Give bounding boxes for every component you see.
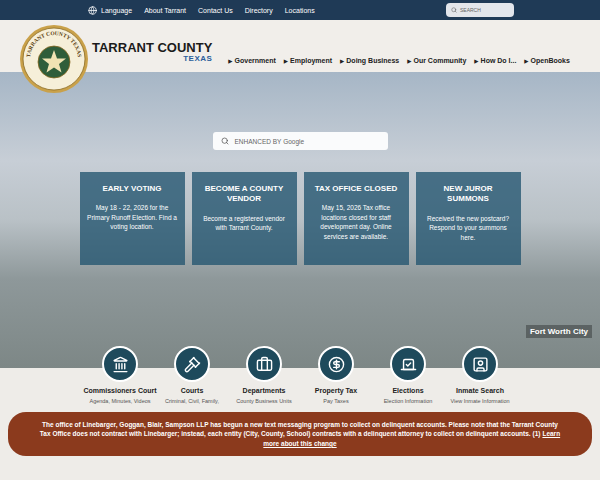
- alert-link[interactable]: Learn more about this change: [263, 430, 560, 446]
- quick-link[interactable]: Inmate Search View Inmate Information: [444, 346, 516, 404]
- quick-link[interactable]: Property Tax Pay Taxes: [300, 346, 372, 404]
- quick-link-title: Property Tax: [315, 387, 357, 394]
- photo-caption: Fort Worth City: [526, 325, 592, 338]
- search-placeholder: ENHANCED BY Google: [235, 138, 305, 145]
- quick-link-icon: [328, 356, 345, 373]
- search-icon: [221, 137, 229, 145]
- header: TARRANT COUNTY TEXASTARRANT COUNTYTEXAS ▶…: [0, 20, 600, 72]
- card-title: BECOME A COUNTY VENDOR: [199, 184, 290, 205]
- search-placeholder: SEARCH: [460, 7, 481, 13]
- quick-link[interactable]: Departments County Business Units: [228, 346, 300, 404]
- quick-link-icon: [400, 356, 417, 373]
- quick-link-title: Commissioners Court: [83, 387, 156, 394]
- card-title: NEW JUROR SUMMONS: [423, 184, 514, 205]
- quick-links: Commissioners Court Agenda, Minutes, Vide…: [84, 346, 516, 404]
- quick-link-subtitle: Pay Taxes: [323, 398, 348, 404]
- arrow-icon: ▶: [524, 58, 528, 64]
- card-text: May 15, 2026 Tax office locations closed…: [311, 203, 402, 241]
- feature-cards: EARLY VOTING May 18 - 22, 2026 for the Pr…: [80, 172, 521, 265]
- quick-link-title: Inmate Search: [456, 387, 504, 394]
- nav-item[interactable]: ▶Government: [228, 57, 275, 64]
- quick-link-subtitle: Election Information: [384, 398, 433, 404]
- hero-photo: ENHANCED BY Google EARLY VOTING May 18 - 2…: [0, 72, 600, 368]
- top-bar: Language About Tarrant Contact Us Directory…: [0, 0, 600, 20]
- brand-name: TARRANT COUNTY: [92, 41, 212, 55]
- quick-link-icon: [472, 356, 489, 373]
- search-icon: [451, 7, 457, 13]
- quick-link-circle: [318, 346, 354, 382]
- top-link[interactable]: Contact Us: [198, 7, 233, 14]
- quick-link-subtitle: View Inmate Information: [450, 398, 509, 404]
- brand[interactable]: TARRANT COUNTYTEXAS: [92, 41, 212, 64]
- nav-item[interactable]: ▶Our Community: [407, 57, 466, 64]
- county-seal-icon[interactable]: TARRANT COUNTY TEXAS: [19, 24, 89, 94]
- top-link[interactable]: Directory: [245, 7, 273, 14]
- quick-link-subtitle: Criminal, Civil, Family,: [165, 398, 219, 404]
- page: Language About Tarrant Contact Us Directory…: [0, 0, 600, 456]
- alert-banner: The office of Linebarger, Goggan, Blair,…: [8, 412, 592, 456]
- quick-link[interactable]: Courts Criminal, Civil, Family,: [156, 346, 228, 404]
- feature-card[interactable]: BECOME A COUNTY VENDOR Become a registere…: [192, 172, 297, 265]
- top-search[interactable]: SEARCH: [446, 3, 514, 17]
- nav-item[interactable]: ▶Employment: [284, 57, 332, 64]
- top-link[interactable]: Language: [88, 6, 132, 15]
- nav-item[interactable]: ▶Doing Business: [340, 57, 399, 64]
- quick-link[interactable]: Elections Election Information: [372, 346, 444, 404]
- quick-link-circle: [390, 346, 426, 382]
- arrow-icon: ▶: [340, 58, 344, 64]
- arrow-icon: ▶: [284, 58, 288, 64]
- quick-link-title: Courts: [181, 387, 204, 394]
- nav-item[interactable]: ▶How Do I...: [474, 57, 516, 64]
- quick-link-circle: [174, 346, 210, 382]
- quick-link-circle: [246, 346, 282, 382]
- globe-icon: [88, 6, 97, 15]
- quick-link-subtitle: Agenda, Minutes, Videos: [89, 398, 150, 404]
- feature-card[interactable]: TAX OFFICE CLOSED May 15, 2026 Tax office…: [304, 172, 409, 265]
- arrow-icon: ▶: [407, 58, 411, 64]
- card-text: May 18 - 22, 2026 for the Primary Runoff…: [87, 203, 178, 231]
- arrow-icon: ▶: [228, 58, 232, 64]
- card-text: Received the new postcard? Respond to yo…: [423, 214, 514, 242]
- quick-link-circle: [462, 346, 498, 382]
- quick-link-icon: [112, 356, 129, 373]
- card-title: TAX OFFICE CLOSED: [311, 184, 402, 194]
- feature-card[interactable]: EARLY VOTING May 18 - 22, 2026 for the Pr…: [80, 172, 185, 265]
- top-link[interactable]: About Tarrant: [144, 7, 186, 14]
- feature-card[interactable]: NEW JUROR SUMMONS Received the new postca…: [416, 172, 521, 265]
- alert-area: The office of Linebarger, Goggan, Blair,…: [0, 404, 600, 456]
- main-nav: ▶Government ▶Employment ▶Doing Business ▶Ou…: [228, 57, 570, 64]
- card-title: EARLY VOTING: [87, 184, 178, 194]
- quick-link-title: Elections: [392, 387, 423, 394]
- top-link[interactable]: Locations: [285, 7, 315, 14]
- arrow-icon: ▶: [474, 58, 478, 64]
- quick-link-icon: [184, 356, 201, 373]
- quick-link-circle: [102, 346, 138, 382]
- site-search[interactable]: ENHANCED BY Google: [213, 132, 388, 150]
- quick-link-subtitle: County Business Units: [236, 398, 291, 404]
- nav-item[interactable]: ▶OpenBooks: [524, 57, 570, 64]
- card-text: Become a registered vendor with Tarrant …: [199, 214, 290, 233]
- quick-link-title: Departments: [243, 387, 286, 394]
- brand-state: TEXAS: [183, 55, 212, 64]
- quick-link[interactable]: Commissioners Court Agenda, Minutes, Vide…: [84, 346, 156, 404]
- quick-link-icon: [256, 356, 273, 373]
